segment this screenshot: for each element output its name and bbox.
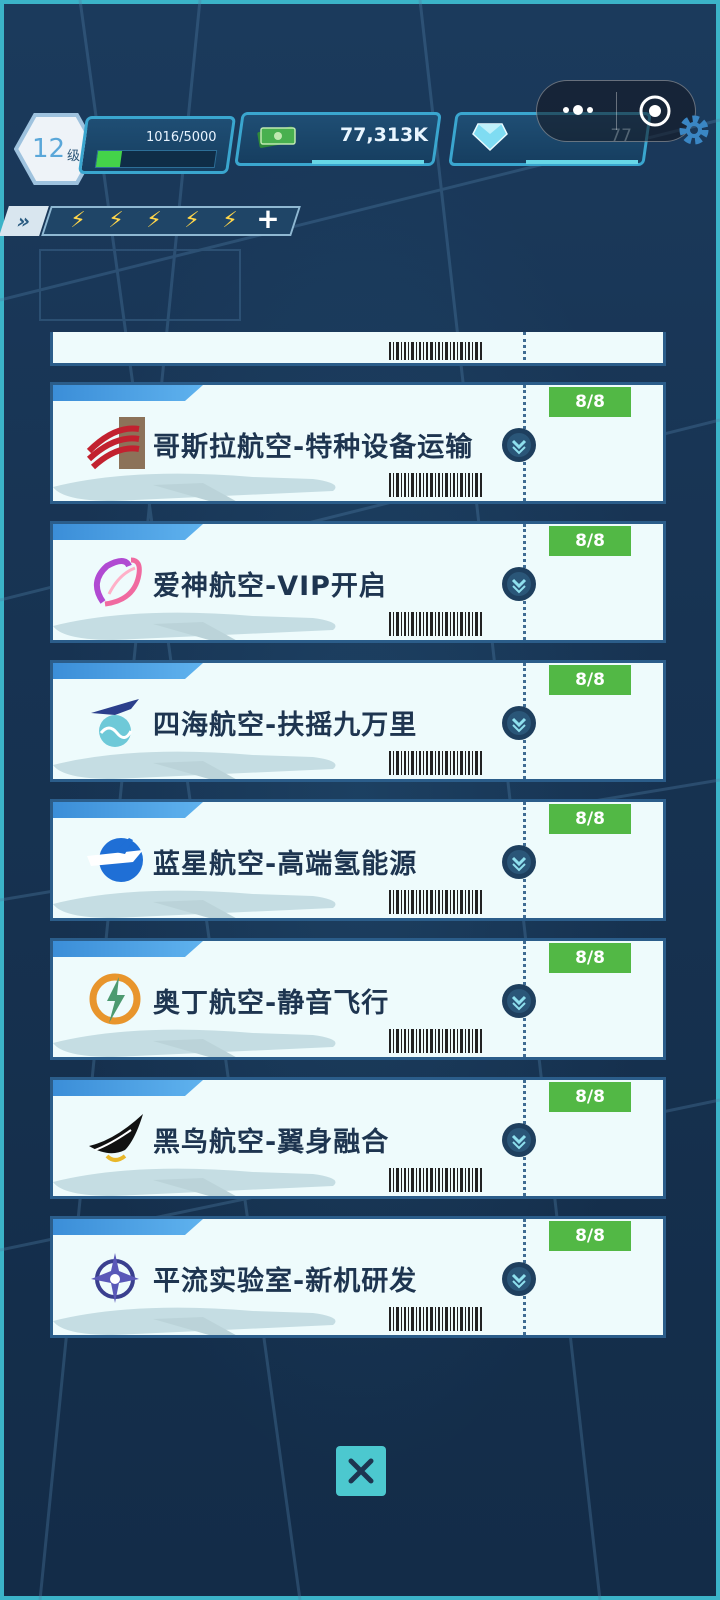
lab-plane-logo-icon bbox=[85, 1249, 147, 1305]
expand-down-icon[interactable] bbox=[501, 844, 537, 880]
energy-bolt-icon: ⚡ bbox=[222, 208, 238, 233]
partial-airline-card bbox=[50, 332, 666, 366]
card-top-accent bbox=[53, 802, 203, 818]
progress-badge: 8/8 bbox=[549, 1082, 631, 1112]
airline-card[interactable]: 哥斯拉航空-特种设备运输 8/8 bbox=[50, 382, 666, 504]
progress-badge: 8/8 bbox=[549, 526, 631, 556]
xp-text: 1016/5000 bbox=[146, 130, 217, 145]
airline-card[interactable]: 黑鸟航空-翼身融合 8/8 bbox=[50, 1077, 666, 1199]
wave-plane-logo-icon bbox=[85, 693, 147, 749]
energy-bolt-icon: ⚡ bbox=[108, 208, 124, 233]
airline-card[interactable]: 四海航空-扶摇九万里 8/8 bbox=[50, 660, 666, 782]
progress-badge: 8/8 bbox=[549, 1221, 631, 1251]
card-top-accent bbox=[53, 385, 203, 401]
expand-down-icon[interactable] bbox=[501, 705, 537, 741]
barcode-icon bbox=[389, 342, 482, 360]
capsule-separator bbox=[616, 92, 617, 130]
energy-bolt-icon: ⚡ bbox=[146, 208, 162, 233]
barcode-icon bbox=[389, 890, 483, 914]
barcode-icon bbox=[389, 1029, 483, 1053]
airline-title: 奥丁航空-静音飞行 bbox=[153, 988, 390, 1019]
xp-progress-fill bbox=[95, 151, 122, 167]
progress-badge: 8/8 bbox=[549, 387, 631, 417]
expand-down-icon[interactable] bbox=[501, 1261, 537, 1297]
progress-badge: 8/8 bbox=[549, 804, 631, 834]
gem-underline bbox=[526, 160, 638, 164]
xp-progress-bar bbox=[94, 150, 218, 168]
money-amount: 77,313K bbox=[339, 124, 428, 146]
expand-down-icon[interactable] bbox=[501, 1122, 537, 1158]
black-wing-logo-icon bbox=[85, 1110, 147, 1166]
level-unit: 级 bbox=[67, 148, 81, 164]
expand-down-icon[interactable] bbox=[501, 566, 537, 602]
barcode-icon bbox=[389, 612, 483, 636]
card-top-accent bbox=[53, 1219, 203, 1235]
card-top-accent bbox=[53, 1080, 203, 1096]
swirl-logo-icon bbox=[85, 554, 147, 610]
airline-card[interactable]: 蓝星航空-高端氢能源 8/8 bbox=[50, 799, 666, 921]
close-button[interactable] bbox=[336, 1446, 386, 1496]
close-icon bbox=[348, 1458, 374, 1484]
barcode-icon bbox=[389, 751, 483, 775]
airline-title: 四海航空-扶摇九万里 bbox=[153, 710, 418, 741]
gear-icon[interactable] bbox=[674, 110, 714, 150]
airline-card[interactable]: 爱神航空-VIP开启 8/8 bbox=[50, 521, 666, 643]
expand-down-icon[interactable] bbox=[501, 427, 537, 463]
airline-title: 哥斯拉航空-特种设备运输 bbox=[153, 432, 474, 463]
progress-badge: 8/8 bbox=[549, 943, 631, 973]
barcode-icon bbox=[389, 473, 483, 497]
card-top-accent bbox=[53, 663, 203, 679]
card-divider bbox=[523, 332, 526, 363]
airline-title: 蓝星航空-高端氢能源 bbox=[153, 849, 418, 880]
money-underline bbox=[312, 160, 424, 164]
more-options-icon[interactable] bbox=[560, 100, 600, 120]
energy-bolt-icon: ⚡ bbox=[184, 208, 200, 233]
card-top-accent bbox=[53, 941, 203, 957]
airline-card[interactable]: 奥丁航空-静音飞行 8/8 bbox=[50, 938, 666, 1060]
energy-bolt-icon: ⚡ bbox=[70, 208, 86, 233]
barcode-icon bbox=[389, 1168, 483, 1192]
airline-card[interactable]: 平流实验室-新机研发 8/8 bbox=[50, 1216, 666, 1338]
blue-plane-logo-icon bbox=[85, 832, 147, 888]
airline-title: 平流实验室-新机研发 bbox=[153, 1266, 418, 1297]
card-top-accent bbox=[53, 524, 203, 540]
cash-icon bbox=[257, 126, 296, 148]
stripes-logo-icon bbox=[85, 415, 147, 471]
level-number: 12 bbox=[31, 134, 66, 164]
add-energy-icon[interactable]: + bbox=[254, 204, 282, 234]
airline-title: 爱神航空-VIP开启 bbox=[153, 571, 387, 602]
diamond-icon bbox=[472, 123, 508, 152]
airline-title: 黑鸟航空-翼身融合 bbox=[153, 1127, 390, 1158]
progress-badge: 8/8 bbox=[549, 665, 631, 695]
expand-down-icon[interactable] bbox=[501, 983, 537, 1019]
exit-target-icon[interactable] bbox=[638, 94, 672, 128]
lightning-ring-logo-icon bbox=[85, 971, 147, 1027]
barcode-icon bbox=[389, 1307, 483, 1331]
